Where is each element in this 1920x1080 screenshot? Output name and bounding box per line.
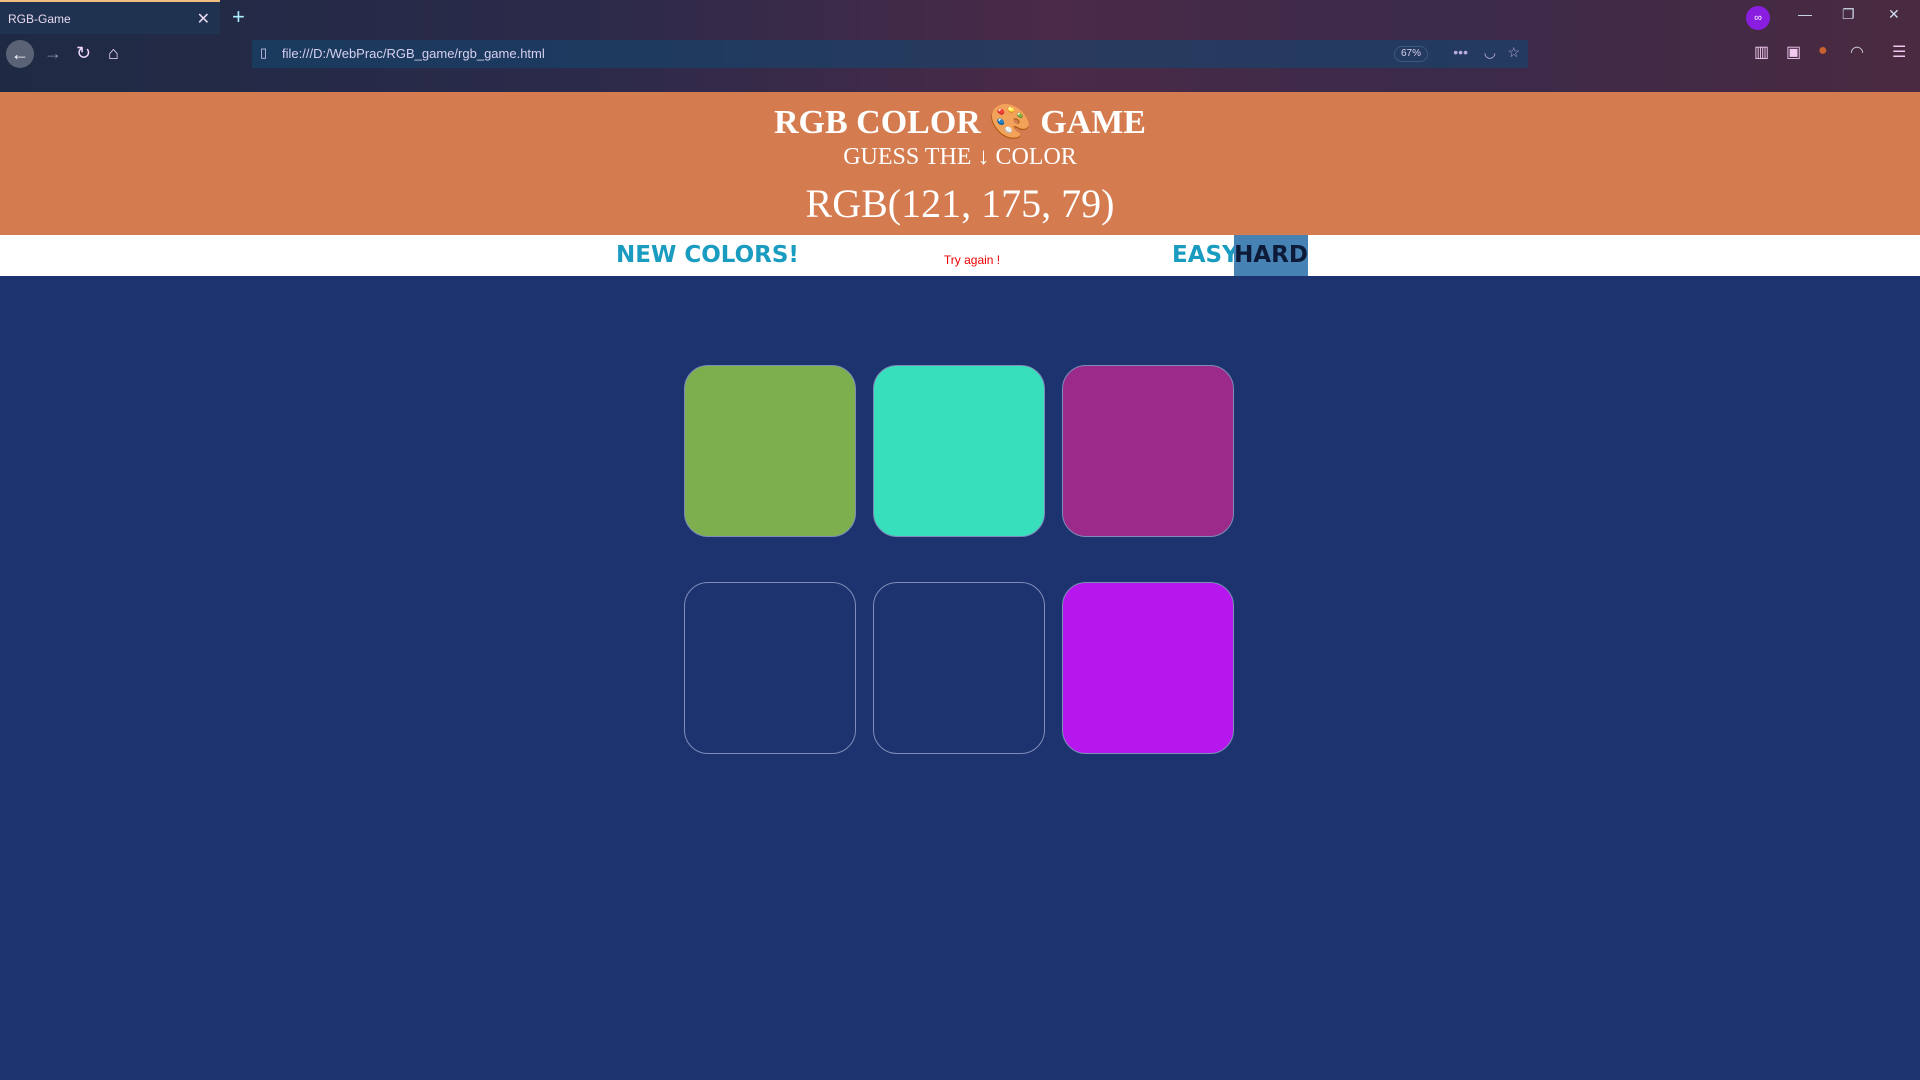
page-icon: ▯ [260,45,268,60]
close-window-icon[interactable]: ✕ [1888,6,1900,23]
color-square[interactable] [684,582,856,754]
close-tab-icon[interactable]: ✕ [197,9,210,29]
pocket-icon[interactable]: ◡ [1484,44,1496,61]
url-text: file:///D:/WebPrac/RGB_game/rgb_game.htm… [282,46,545,61]
arrow-down-icon: ↓ [977,144,990,170]
control-bar: NEW COLORS! Try again ! EASY HARD [0,235,1920,276]
bookmark-star-icon[interactable]: ☆ [1507,44,1520,61]
browser-chrome: RGB-Game ✕ + ← → ↻ ⌂ ▯ file:///D:/WebPrac… [0,0,1920,92]
zoom-level[interactable]: 67% [1393,46,1428,62]
color-square[interactable] [1062,582,1234,754]
private-mask-icon: ∞ [1746,6,1770,30]
sidebar-icon[interactable]: ▣ [1786,42,1801,62]
subtitle-text: GUESS THE [843,144,972,170]
back-icon[interactable]: ← [6,40,34,68]
account-icon[interactable]: ◠ [1850,42,1864,62]
forward-icon[interactable]: → [44,43,62,64]
target-rgb: RGB(121, 175, 79) [805,181,1115,226]
color-square[interactable] [684,365,856,537]
color-square[interactable] [873,365,1045,537]
reload-icon[interactable]: ↻ [76,43,91,64]
minimize-icon[interactable]: — [1798,6,1812,22]
palette-icon: 🎨 [989,104,1032,141]
new-colors-button[interactable]: NEW COLORS! [616,235,799,276]
extension-icon[interactable]: ● [1818,42,1828,60]
title-text: GAME [1040,104,1146,141]
subtitle: GUESS THE ↓ COLOR [0,144,1920,171]
title-text: RGB COLOR [774,104,981,141]
restore-icon[interactable]: ❐ [1842,6,1855,23]
easy-button[interactable]: EASY [1172,235,1239,276]
menu-icon[interactable]: ☰ [1892,42,1906,62]
more-icon[interactable]: ••• [1453,44,1468,60]
hard-button[interactable]: HARD [1234,235,1308,276]
library-icon[interactable]: ▥ [1754,42,1769,62]
home-icon[interactable]: ⌂ [108,43,119,64]
new-tab-icon[interactable]: + [232,4,245,30]
game-header: RGB COLOR 🎨 GAME GUESS THE ↓ COLOR RGB(1… [0,92,1920,235]
color-square[interactable] [1062,365,1234,537]
url-bar[interactable]: ▯ file:///D:/WebPrac/RGB_game/rgb_game.h… [252,40,1528,68]
browser-tab[interactable]: RGB-Game ✕ [0,0,220,34]
game-title: RGB COLOR 🎨 GAME [0,102,1920,142]
subtitle-text: COLOR [995,144,1077,170]
tab-title: RGB-Game [8,12,71,26]
result-message: Try again ! [943,253,1001,267]
color-square[interactable] [873,582,1045,754]
